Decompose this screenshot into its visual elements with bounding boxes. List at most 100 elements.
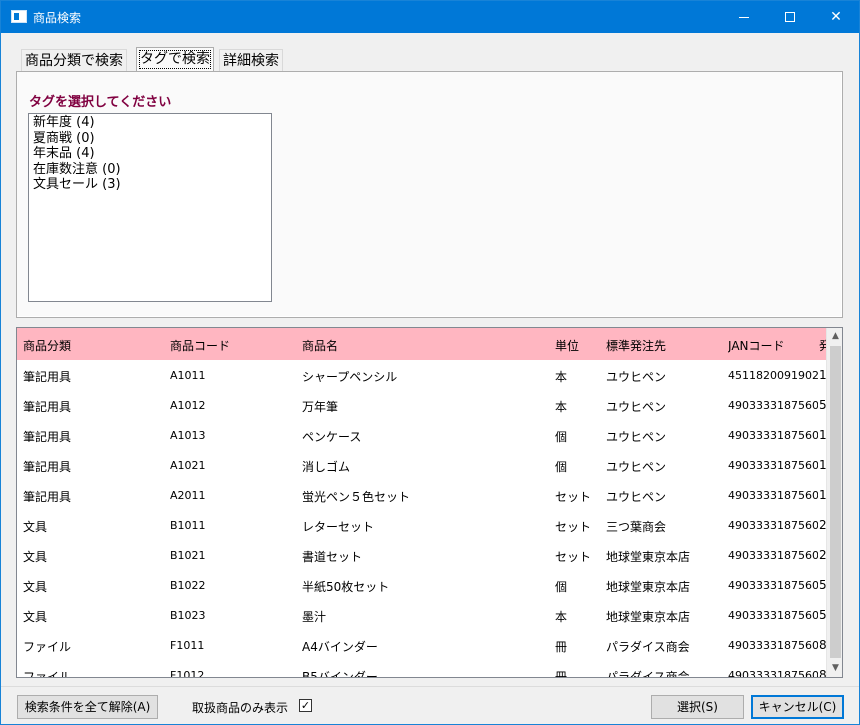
cell-jan-code: 4903333187560 — [728, 429, 818, 442]
cell-supplier: ユウヒペン — [606, 430, 667, 444]
cell-product-name: 蛍光ペン５色セット — [302, 490, 411, 504]
table-row[interactable]: 文具B1022半紙50枚セット個地球堂東京本店490333318756050 — [17, 570, 827, 600]
table-row[interactable]: 筆記用具A1012万年筆本ユウヒペン490333318756050 — [17, 390, 827, 420]
table-row[interactable]: ファイルF1012B5バインダー冊パラダイス商会490333318756080 — [17, 660, 827, 678]
tag-item[interactable]: 文具セール (3) — [33, 177, 267, 193]
cell-unit: 個 — [555, 430, 568, 444]
app-icon — [11, 10, 27, 23]
table-row[interactable]: 筆記用具 A2011 蛍光ペン５色セット セット ユウヒペン 4903333187560 1… — [17, 480, 827, 510]
tag-item[interactable]: 夏商戦 (0) — [33, 131, 267, 147]
cell-category: 筆記用具 — [23, 400, 72, 414]
maximize-button[interactable] — [767, 1, 813, 33]
table-row[interactable]: 文具B1023墨汁本地球堂東京本店490333318756050 — [17, 600, 827, 630]
table-row[interactable]: 文具B1011レターセットセット三つ葉商会490333318756025 — [17, 510, 827, 540]
cell-supplier: ユウヒペン — [606, 400, 667, 414]
tab-detail-search[interactable]: 詳細検索 — [219, 49, 283, 71]
column-header-category[interactable]: 商品分類 — [23, 337, 163, 354]
cell-code: F1011 — [170, 639, 205, 652]
cell-supplier: 地球堂東京本店 — [606, 550, 691, 564]
cell-code: B1021 — [170, 549, 206, 562]
cell-category: 筆記用具 — [23, 370, 72, 384]
cell-supplier: パラダイス商会 — [606, 670, 690, 678]
cell-supplier: ユウヒペン — [606, 490, 667, 504]
cell-category: 文具 — [23, 610, 48, 624]
cell-jan-code: 4903333187560 — [728, 579, 818, 592]
cell-jan-code: 4903333187560 — [728, 669, 818, 678]
tag-item[interactable]: 新年度 (4) — [33, 115, 267, 131]
cell-code: A1021 — [170, 459, 206, 472]
cell-product-name: A4バインダー — [302, 640, 378, 654]
close-icon: ✕ — [830, 9, 842, 25]
scroll-up-icon[interactable]: ▲ — [827, 328, 842, 345]
cell-code: F1012 — [170, 669, 205, 678]
scroll-thumb[interactable] — [830, 346, 841, 658]
tab-category-search[interactable]: 商品分類で検索 — [21, 49, 127, 71]
cell-category: 文具 — [23, 550, 48, 564]
tag-item[interactable]: 年末品 (4) — [33, 146, 267, 162]
table-row[interactable]: 筆記用具A1013ペンケース個ユウヒペン490333318756010 — [17, 420, 827, 450]
cell-jan-code: 4511820091902 — [728, 369, 818, 382]
cell-unit: 個 — [555, 460, 568, 474]
cell-category: 文具 — [23, 580, 48, 594]
grid-rows: 筆記用具A1011シャープペンシル本ユウヒペン451182009190210筆記… — [17, 360, 827, 678]
cell-product-name: シャープペンシル — [302, 370, 398, 384]
cell-product-name: 万年筆 — [302, 400, 339, 414]
minimize-icon — [739, 16, 749, 18]
tag-listbox[interactable]: 新年度 (4) 夏商戦 (0) 年末品 (4) 在庫数注意 (0) 文具セール … — [28, 113, 272, 302]
cell-jan-code: 4903333187560 — [728, 459, 818, 472]
cell-product-name: B5バインダー — [302, 670, 378, 678]
table-row[interactable]: ファイルF1011A4バインダー冊パラダイス商会490333318756080 — [17, 630, 827, 660]
table-row[interactable]: 文具B1021書道セットセット地球堂東京本店490333318756020 — [17, 540, 827, 570]
column-header-supplier[interactable]: 標準発注先 — [606, 337, 721, 354]
cell-category: 筆記用具 — [23, 430, 72, 444]
title-bar[interactable]: 商品検索 ✕ — [1, 1, 859, 33]
cell-unit: 本 — [555, 370, 568, 384]
select-button[interactable]: 選択(S) — [651, 695, 744, 719]
column-header-jan[interactable]: JANコード — [728, 337, 818, 354]
cell-supplier: 地球堂東京本店 — [606, 610, 691, 624]
cell-jan-code: 4903333187560 — [728, 489, 818, 502]
tag-item[interactable]: 在庫数注意 (0) — [33, 162, 267, 178]
cell-product-name: ペンケース — [302, 430, 362, 444]
cell-category: ファイル — [23, 640, 72, 654]
table-row[interactable]: 筆記用具A1011シャープペンシル本ユウヒペン451182009190210 — [17, 360, 827, 390]
cell-category: ファイル — [23, 670, 72, 678]
scroll-down-icon[interactable]: ▼ — [827, 660, 842, 677]
table-row[interactable]: 筆記用具A1021消しゴム個ユウヒペン490333318756015 — [17, 450, 827, 480]
clear-conditions-button[interactable]: 検索条件を全て解除(A) — [17, 695, 158, 719]
cell-supplier: ユウヒペン — [606, 460, 667, 474]
cell-supplier: パラダイス商会 — [606, 640, 690, 654]
cell-unit: セット — [555, 550, 592, 564]
cell-product-name: 半紙50枚セット — [302, 580, 390, 594]
only-handled-checkbox[interactable]: ✓ — [299, 699, 312, 712]
cell-code: B1023 — [170, 609, 206, 622]
column-header-name[interactable]: 商品名 — [302, 337, 550, 354]
cell-product-name: 墨汁 — [302, 610, 327, 624]
cell-unit: 個 — [555, 580, 568, 594]
cell-code: B1022 — [170, 579, 206, 592]
cell-code: A1011 — [170, 369, 206, 382]
cell-category: 筆記用具 — [23, 460, 72, 474]
cell-product-name: 書道セット — [302, 550, 363, 564]
cell-unit: 冊 — [555, 640, 568, 654]
only-handled-label: 取扱商品のみ表示 — [192, 701, 289, 715]
cell-code: A2011 — [170, 489, 206, 502]
tab-tag-search[interactable]: タグで検索 — [136, 47, 214, 71]
cell-code: A1013 — [170, 429, 206, 442]
cell-supplier: 地球堂東京本店 — [606, 580, 691, 594]
cell-jan-code: 4903333187560 — [728, 609, 818, 622]
cell-unit: セット — [555, 490, 592, 504]
cell-jan-code: 4903333187560 — [728, 519, 818, 532]
cell-supplier: ユウヒペン — [606, 370, 667, 384]
cell-unit: セット — [555, 520, 592, 534]
cell-product-name: レターセット — [302, 520, 375, 534]
cancel-button[interactable]: キャンセル(C) — [751, 695, 844, 719]
column-header-unit[interactable]: 単位 — [555, 337, 600, 354]
maximize-icon — [785, 12, 795, 22]
minimize-button[interactable] — [721, 1, 767, 33]
vertical-scrollbar[interactable]: ▲ ▼ — [826, 328, 842, 677]
product-grid[interactable]: 商品分類 商品コード 商品名 単位 標準発注先 JANコード 発 筆記用具 A10… — [16, 327, 843, 678]
cell-code: A1012 — [170, 399, 206, 412]
close-button[interactable]: ✕ — [813, 1, 859, 33]
column-header-code[interactable]: 商品コード — [170, 337, 295, 354]
